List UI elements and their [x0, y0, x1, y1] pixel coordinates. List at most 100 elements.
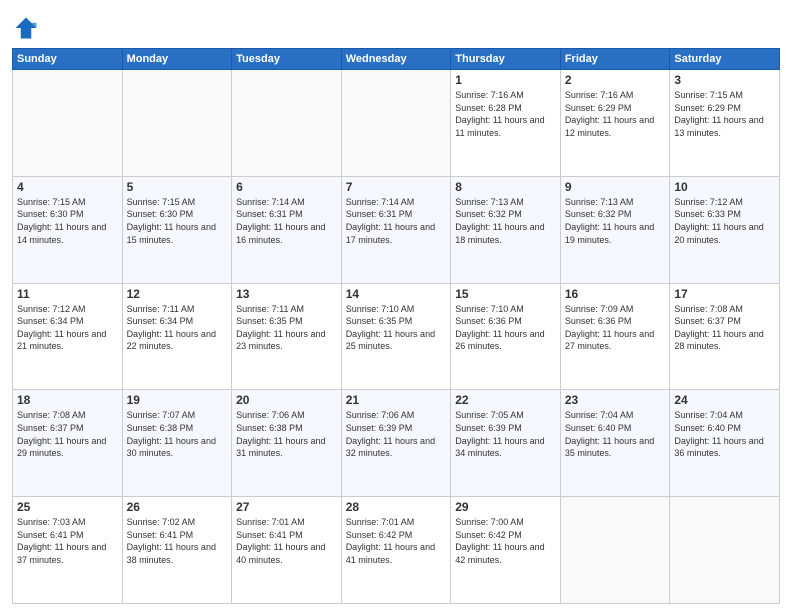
day-cell: 15 Sunrise: 7:10 AMSunset: 6:36 PMDayligh… — [451, 283, 561, 390]
day-number: 11 — [17, 287, 118, 301]
day-cell: 11 Sunrise: 7:12 AMSunset: 6:34 PMDayligh… — [13, 283, 123, 390]
day-cell: 21 Sunrise: 7:06 AMSunset: 6:39 PMDayligh… — [341, 390, 451, 497]
day-info: Sunrise: 7:14 AMSunset: 6:31 PMDaylight:… — [346, 196, 447, 246]
day-number: 14 — [346, 287, 447, 301]
day-info: Sunrise: 7:04 AMSunset: 6:40 PMDaylight:… — [674, 409, 775, 459]
calendar-table: SundayMondayTuesdayWednesdayThursdayFrid… — [12, 48, 780, 604]
day-cell: 29Sunrise: 7:00 AMSunset: 6:42 PMDayligh… — [451, 497, 561, 604]
day-number: 5 — [127, 180, 228, 194]
weekday-header-thursday: Thursday — [451, 49, 561, 70]
day-number: 16 — [565, 287, 666, 301]
day-number: 8 — [455, 180, 556, 194]
day-info: Sunrise: 7:00 AMSunset: 6:42 PMDaylight:… — [455, 516, 556, 566]
day-info: Sunrise: 7:13 AMSunset: 6:32 PMDaylight:… — [455, 196, 556, 246]
day-info: Sunrise: 7:11 AMSunset: 6:35 PMDaylight:… — [236, 303, 337, 353]
day-number: 17 — [674, 287, 775, 301]
day-info: Sunrise: 7:09 AMSunset: 6:36 PMDaylight:… — [565, 303, 666, 353]
day-info: Sunrise: 7:16 AMSunset: 6:29 PMDaylight:… — [565, 89, 666, 139]
day-info: Sunrise: 7:15 AMSunset: 6:29 PMDaylight:… — [674, 89, 775, 139]
day-number: 19 — [127, 393, 228, 407]
day-cell: 24 Sunrise: 7:04 AMSunset: 6:40 PMDayligh… — [670, 390, 780, 497]
day-number: 28 — [346, 500, 447, 514]
week-row-3: 11 Sunrise: 7:12 AMSunset: 6:34 PMDayligh… — [13, 283, 780, 390]
weekday-header-monday: Monday — [122, 49, 232, 70]
day-number: 1 — [455, 73, 556, 87]
header — [12, 10, 780, 42]
day-number: 25 — [17, 500, 118, 514]
day-cell: 26 Sunrise: 7:02 AMSunset: 6:41 PMDayligh… — [122, 497, 232, 604]
day-number: 15 — [455, 287, 556, 301]
day-info: Sunrise: 7:12 AMSunset: 6:33 PMDaylight:… — [674, 196, 775, 246]
day-cell: 9 Sunrise: 7:13 AMSunset: 6:32 PMDaylight… — [560, 176, 670, 283]
week-row-1: 1 Sunrise: 7:16 AMSunset: 6:28 PMDaylight… — [13, 70, 780, 177]
day-info: Sunrise: 7:10 AMSunset: 6:35 PMDaylight:… — [346, 303, 447, 353]
week-row-2: 4 Sunrise: 7:15 AMSunset: 6:30 PMDaylight… — [13, 176, 780, 283]
day-cell — [13, 70, 123, 177]
day-cell: 8 Sunrise: 7:13 AMSunset: 6:32 PMDaylight… — [451, 176, 561, 283]
day-cell: 10 Sunrise: 7:12 AMSunset: 6:33 PMDayligh… — [670, 176, 780, 283]
day-info: Sunrise: 7:03 AMSunset: 6:41 PMDaylight:… — [17, 516, 118, 566]
day-cell: 17 Sunrise: 7:08 AMSunset: 6:37 PMDayligh… — [670, 283, 780, 390]
day-cell: 5 Sunrise: 7:15 AMSunset: 6:30 PMDaylight… — [122, 176, 232, 283]
day-info: Sunrise: 7:15 AMSunset: 6:30 PMDaylight:… — [127, 196, 228, 246]
day-number: 10 — [674, 180, 775, 194]
day-info: Sunrise: 7:13 AMSunset: 6:32 PMDaylight:… — [565, 196, 666, 246]
day-cell: 25 Sunrise: 7:03 AMSunset: 6:41 PMDayligh… — [13, 497, 123, 604]
day-info: Sunrise: 7:07 AMSunset: 6:38 PMDaylight:… — [127, 409, 228, 459]
day-cell: 20Sunrise: 7:06 AMSunset: 6:38 PMDayligh… — [232, 390, 342, 497]
week-row-5: 25 Sunrise: 7:03 AMSunset: 6:41 PMDayligh… — [13, 497, 780, 604]
day-info: Sunrise: 7:01 AMSunset: 6:42 PMDaylight:… — [346, 516, 447, 566]
day-number: 23 — [565, 393, 666, 407]
day-cell: 1 Sunrise: 7:16 AMSunset: 6:28 PMDaylight… — [451, 70, 561, 177]
day-cell — [560, 497, 670, 604]
day-cell: 27Sunrise: 7:01 AMSunset: 6:41 PMDayligh… — [232, 497, 342, 604]
page: SundayMondayTuesdayWednesdayThursdayFrid… — [0, 0, 792, 612]
day-info: Sunrise: 7:10 AMSunset: 6:36 PMDaylight:… — [455, 303, 556, 353]
day-number: 4 — [17, 180, 118, 194]
day-number: 26 — [127, 500, 228, 514]
day-cell — [670, 497, 780, 604]
day-cell: 6 Sunrise: 7:14 AMSunset: 6:31 PMDaylight… — [232, 176, 342, 283]
day-info: Sunrise: 7:05 AMSunset: 6:39 PMDaylight:… — [455, 409, 556, 459]
day-number: 12 — [127, 287, 228, 301]
day-info: Sunrise: 7:14 AMSunset: 6:31 PMDaylight:… — [236, 196, 337, 246]
day-cell: 23Sunrise: 7:04 AMSunset: 6:40 PMDayligh… — [560, 390, 670, 497]
day-info: Sunrise: 7:06 AMSunset: 6:39 PMDaylight:… — [346, 409, 447, 459]
day-cell: 22 Sunrise: 7:05 AMSunset: 6:39 PMDayligh… — [451, 390, 561, 497]
day-number: 3 — [674, 73, 775, 87]
day-info: Sunrise: 7:12 AMSunset: 6:34 PMDaylight:… — [17, 303, 118, 353]
day-cell — [341, 70, 451, 177]
day-cell: 16 Sunrise: 7:09 AMSunset: 6:36 PMDayligh… — [560, 283, 670, 390]
weekday-header-tuesday: Tuesday — [232, 49, 342, 70]
day-cell: 12 Sunrise: 7:11 AMSunset: 6:34 PMDayligh… — [122, 283, 232, 390]
day-info: Sunrise: 7:08 AMSunset: 6:37 PMDaylight:… — [674, 303, 775, 353]
day-cell — [232, 70, 342, 177]
day-info: Sunrise: 7:08 AMSunset: 6:37 PMDaylight:… — [17, 409, 118, 459]
day-info: Sunrise: 7:11 AMSunset: 6:34 PMDaylight:… — [127, 303, 228, 353]
day-cell: 3 Sunrise: 7:15 AMSunset: 6:29 PMDaylight… — [670, 70, 780, 177]
day-number: 20 — [236, 393, 337, 407]
weekday-header-sunday: Sunday — [13, 49, 123, 70]
weekday-header-friday: Friday — [560, 49, 670, 70]
day-number: 24 — [674, 393, 775, 407]
day-cell: 28 Sunrise: 7:01 AMSunset: 6:42 PMDayligh… — [341, 497, 451, 604]
day-number: 18 — [17, 393, 118, 407]
day-cell: 14 Sunrise: 7:10 AMSunset: 6:35 PMDayligh… — [341, 283, 451, 390]
day-number: 13 — [236, 287, 337, 301]
day-number: 22 — [455, 393, 556, 407]
day-cell: 13 Sunrise: 7:11 AMSunset: 6:35 PMDayligh… — [232, 283, 342, 390]
day-number: 6 — [236, 180, 337, 194]
day-info: Sunrise: 7:16 AMSunset: 6:28 PMDaylight:… — [455, 89, 556, 139]
day-info: Sunrise: 7:01 AMSunset: 6:41 PMDaylight:… — [236, 516, 337, 566]
week-row-4: 18 Sunrise: 7:08 AMSunset: 6:37 PMDayligh… — [13, 390, 780, 497]
day-cell: 7Sunrise: 7:14 AMSunset: 6:31 PMDaylight… — [341, 176, 451, 283]
day-cell: 19 Sunrise: 7:07 AMSunset: 6:38 PMDayligh… — [122, 390, 232, 497]
day-number: 21 — [346, 393, 447, 407]
logo-icon — [12, 14, 40, 42]
weekday-header-saturday: Saturday — [670, 49, 780, 70]
weekday-header-wednesday: Wednesday — [341, 49, 451, 70]
day-number: 2 — [565, 73, 666, 87]
day-cell: 18 Sunrise: 7:08 AMSunset: 6:37 PMDayligh… — [13, 390, 123, 497]
day-number: 9 — [565, 180, 666, 194]
day-info: Sunrise: 7:02 AMSunset: 6:41 PMDaylight:… — [127, 516, 228, 566]
